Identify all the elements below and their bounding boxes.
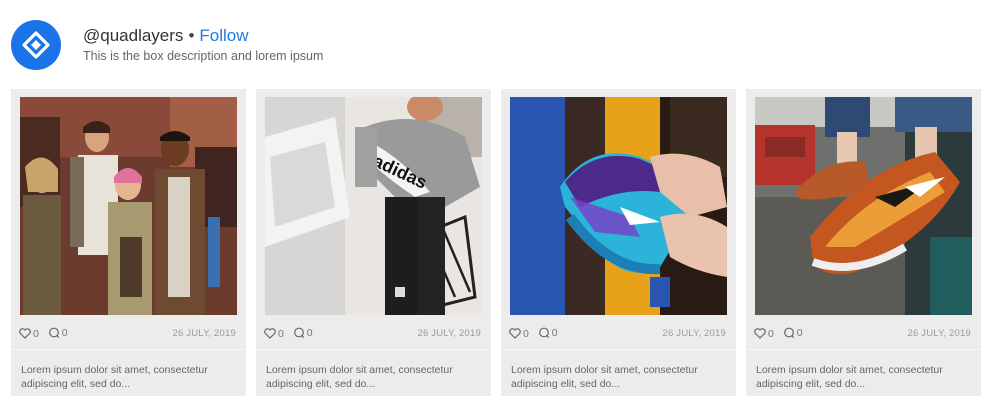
post-caption: Lorem ipsum dolor sit amet, consectetur … [511, 364, 698, 390]
comment-icon [293, 327, 305, 339]
post-card[interactable]: 0 0 26 JULY, 2019 Lorem ipsum dolor sit … [501, 89, 736, 396]
post-meta: 0 0 26 JULY, 2019 [19, 327, 236, 341]
comments[interactable]: 0 [783, 327, 803, 339]
post-caption: Lorem ipsum dolor sit amet, consectetur … [21, 364, 208, 390]
separator: • [188, 26, 195, 45]
friends-group-photo [20, 97, 237, 315]
comments-count: 0 [61, 327, 68, 339]
post-date: 26 JULY, 2019 [907, 328, 971, 339]
quadlayers-logo-icon [22, 31, 50, 59]
divider [11, 349, 246, 350]
post-meta: 0 0 26 JULY, 2019 [264, 327, 481, 341]
comments[interactable]: 0 [48, 327, 68, 339]
post-image[interactable]: adidas [265, 97, 482, 315]
post-card[interactable]: 0 0 26 JULY, 2019 Lorem ipsum dolor sit … [746, 89, 981, 396]
post-card[interactable]: adidas 0 0 26 JULY, 2019 Lorem ipsum dol… [256, 89, 491, 396]
post-image[interactable] [755, 97, 972, 315]
comment-icon [538, 327, 550, 339]
follow-link[interactable]: Follow [199, 26, 248, 45]
comment-icon [48, 327, 60, 339]
post-date: 26 JULY, 2019 [172, 328, 236, 339]
likes-count: 0 [523, 327, 529, 340]
post-image[interactable] [510, 97, 727, 315]
comments[interactable]: 0 [293, 327, 313, 339]
heart-icon [509, 328, 521, 339]
comments[interactable]: 0 [538, 327, 558, 339]
post-image[interactable] [20, 97, 237, 315]
comment-icon [783, 327, 795, 339]
comments-count: 0 [551, 327, 558, 339]
post-date: 26 JULY, 2019 [662, 328, 726, 339]
blue-sneaker-photo [510, 97, 727, 315]
adidas-sweater-photo: adidas [265, 97, 482, 315]
likes-count: 0 [278, 327, 284, 340]
galaxy-shoe-photo [755, 97, 972, 315]
likes-count: 0 [768, 327, 774, 340]
comments-count: 0 [796, 327, 803, 339]
post-date: 26 JULY, 2019 [417, 328, 481, 339]
heart-icon [19, 328, 31, 339]
profile-header: @quadlayers • Follow This is the box descr… [11, 18, 611, 70]
profile-description: This is the box description and lorem ip… [83, 49, 324, 63]
post-card[interactable]: 0 0 26 JULY, 2019 Lorem ipsum dolor sit … [11, 89, 246, 396]
avatar[interactable] [11, 20, 61, 70]
likes[interactable]: 0 [19, 328, 39, 340]
likes[interactable]: 0 [754, 328, 774, 340]
heart-icon [264, 328, 276, 339]
profile-line: @quadlayers • Follow [83, 26, 249, 46]
username[interactable]: @quadlayers [83, 26, 183, 45]
post-caption: Lorem ipsum dolor sit amet, consectetur … [266, 364, 453, 390]
post-caption: Lorem ipsum dolor sit amet, consectetur … [756, 364, 943, 390]
post-grid: 0 0 26 JULY, 2019 Lorem ipsum dolor sit … [11, 89, 981, 396]
divider [256, 349, 491, 350]
likes-count: 0 [33, 327, 39, 340]
post-meta: 0 0 26 JULY, 2019 [509, 327, 726, 341]
comments-count: 0 [306, 327, 313, 339]
likes[interactable]: 0 [264, 328, 284, 340]
post-meta: 0 0 26 JULY, 2019 [754, 327, 971, 341]
divider [746, 349, 981, 350]
divider [501, 349, 736, 350]
heart-icon [754, 328, 766, 339]
likes[interactable]: 0 [509, 328, 529, 340]
